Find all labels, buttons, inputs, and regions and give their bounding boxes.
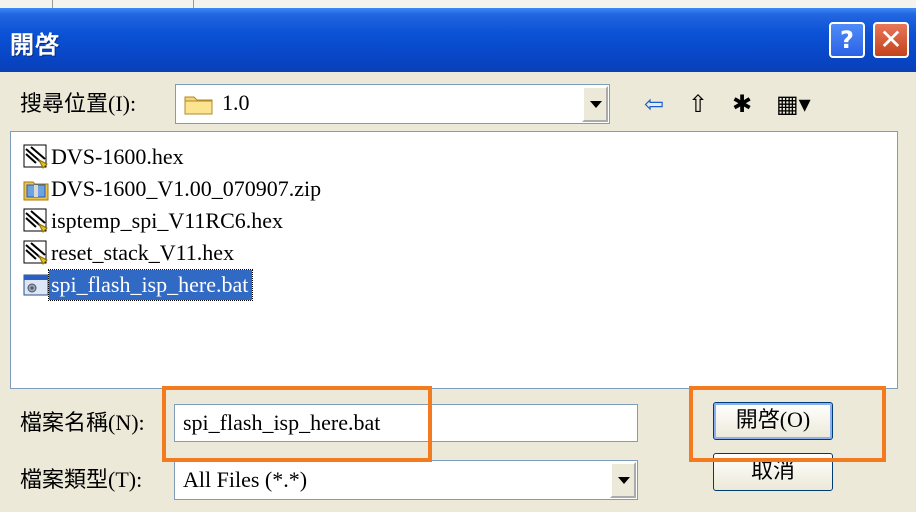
- file-list[interactable]: DVS-1600.hex DVS-1600_V1.00_070907.zip i…: [10, 131, 898, 389]
- help-button[interactable]: ?: [829, 22, 865, 58]
- file-name: isptemp_spi_V11RC6.hex: [51, 208, 284, 233]
- lookin-label: 搜尋位置(I):: [20, 91, 137, 116]
- bat-file-icon: [23, 274, 49, 296]
- lookin-dropdown-arrow[interactable]: [582, 86, 608, 122]
- hex-file-icon: [23, 208, 48, 233]
- strip-divider: [52, 0, 53, 8]
- lookin-value: 1.0: [222, 90, 250, 115]
- open-button-highlight-box: [689, 386, 886, 462]
- dialog-toolbar: ⇦ ⇧ ✱ ▦▾: [640, 90, 830, 122]
- filetype-value: All Files (*.*): [183, 467, 308, 492]
- filetype-dropdown-arrow[interactable]: [610, 462, 636, 498]
- title-bar[interactable]: 開啓 ? ✕: [0, 8, 916, 72]
- folder-icon: [184, 96, 213, 115]
- zip-file-icon: [23, 181, 49, 201]
- close-button[interactable]: ✕: [873, 22, 909, 58]
- file-name: DVS-1600_V1.00_070907.zip: [51, 176, 322, 201]
- hex-file-icon: [23, 144, 48, 169]
- background-window-strip: [0, 0, 916, 8]
- file-name: reset_stack_V11.hex: [51, 240, 235, 265]
- close-icon: ✕: [879, 23, 903, 56]
- new-folder-icon[interactable]: ✱: [732, 90, 752, 118]
- hex-file-icon: [23, 240, 48, 265]
- open-file-dialog: 開啓 ? ✕ 搜尋位置(I): 1.0 ⇦ ⇧ ✱ ▦▾ DVS-1600.he…: [0, 8, 916, 512]
- up-folder-icon[interactable]: ⇧: [688, 90, 708, 118]
- file-name: DVS-1600.hex: [51, 144, 184, 169]
- help-icon: ?: [840, 26, 854, 54]
- view-menu-icon[interactable]: ▦▾: [776, 90, 811, 118]
- file-name: spi_flash_isp_here.bat: [47, 269, 254, 301]
- filetype-label: 檔案類型(T):: [20, 467, 143, 492]
- lookin-dropdown[interactable]: 1.0: [175, 84, 610, 124]
- filetype-dropdown[interactable]: All Files (*.*): [174, 460, 638, 500]
- filename-highlight-box: [162, 386, 432, 462]
- strip-divider: [193, 0, 194, 8]
- filename-label: 檔案名稱(N):: [20, 410, 145, 435]
- window-title: 開啓: [10, 31, 60, 59]
- back-arrow-icon[interactable]: ⇦: [644, 90, 664, 118]
